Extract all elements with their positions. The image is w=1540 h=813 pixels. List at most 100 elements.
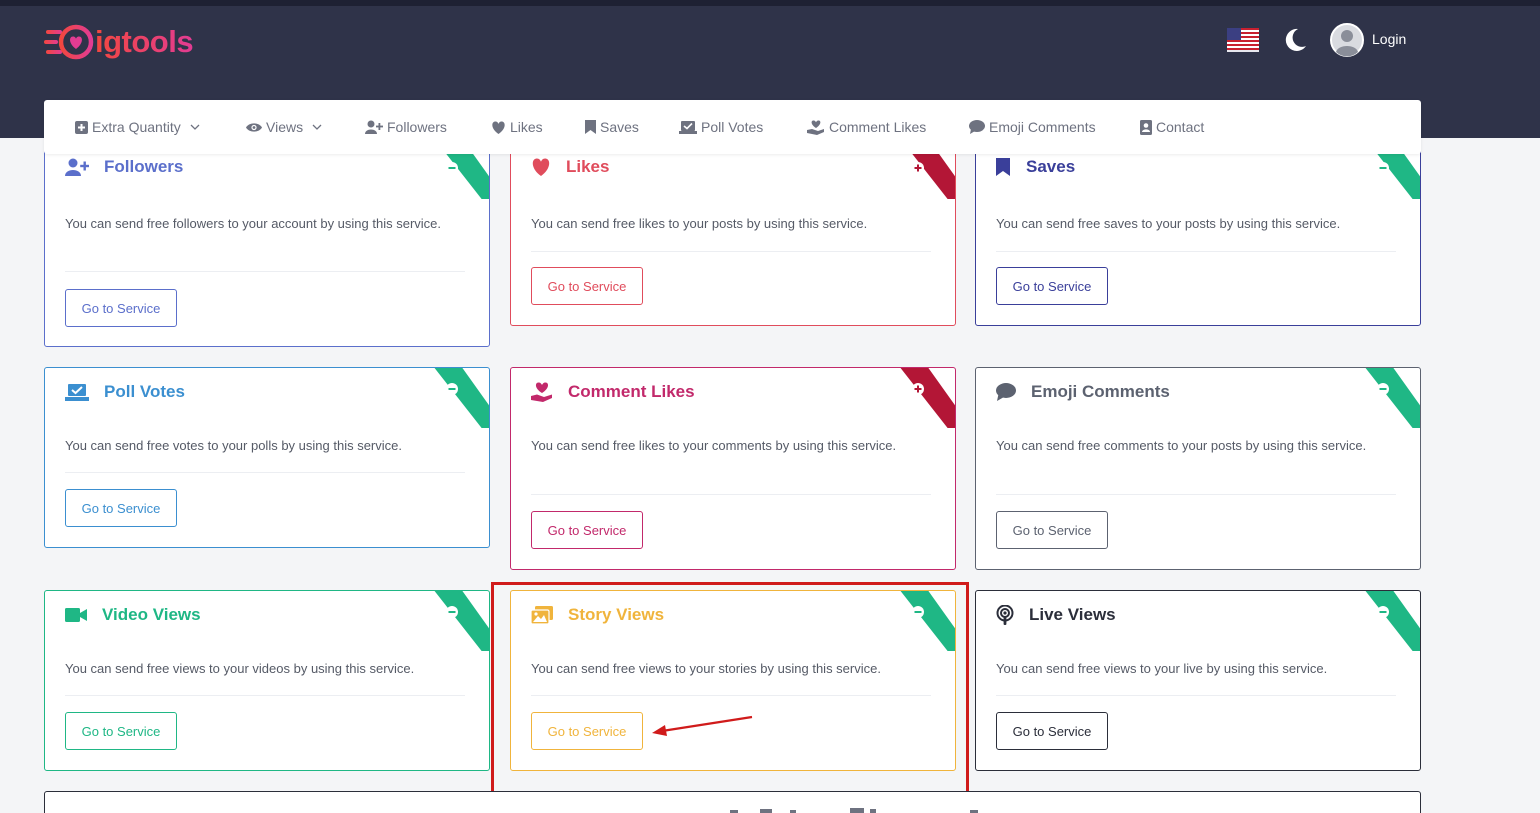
comment-icon — [969, 120, 985, 134]
card-divider — [531, 494, 931, 495]
nav-label: Saves — [600, 119, 639, 135]
service-card-comment-likes: Comment Likes You can send free likes to… — [510, 367, 956, 570]
nav-likes[interactable]: Likes — [491, 100, 543, 154]
card-title: Followers — [65, 157, 183, 177]
ribbon-minus-icon[interactable] — [419, 590, 490, 651]
card-title: Emoji Comments — [996, 382, 1170, 402]
card-divider — [531, 251, 931, 252]
card-divider — [65, 695, 465, 696]
card-divider — [65, 271, 465, 272]
card-title-text: Poll Votes — [104, 382, 185, 401]
nav-label: Followers — [387, 119, 447, 135]
go-to-service-button[interactable]: Go to Service — [996, 267, 1108, 305]
chevron-down-icon — [190, 124, 200, 130]
card-description: You can send free likes to your comments… — [531, 438, 897, 453]
card-title-text: Likes — [566, 157, 610, 176]
user-plus-icon — [365, 120, 383, 134]
card-title-text: Emoji Comments — [1031, 382, 1170, 401]
bookmark-icon — [585, 120, 596, 134]
nav-emoji-comments[interactable]: Emoji Comments — [969, 100, 1096, 154]
address-card-icon — [1140, 119, 1152, 135]
user-plus-icon — [65, 158, 89, 176]
card-title: Poll Votes — [65, 382, 185, 402]
heart-icon — [492, 120, 505, 134]
cut-off-heading — [730, 808, 978, 813]
nav-contact[interactable]: Contact — [1140, 100, 1204, 154]
top-edge — [0, 0, 1540, 6]
go-to-service-button[interactable]: Go to Service — [996, 712, 1108, 750]
nav-comment-likes[interactable]: Comment Likes — [807, 100, 926, 154]
plus-square-icon — [75, 120, 88, 134]
go-to-service-button[interactable]: Go to Service — [65, 712, 177, 750]
hand-heart-icon — [807, 119, 824, 135]
service-card-followers: Followers You can send free followers to… — [44, 138, 490, 347]
nav-label: Likes — [510, 119, 543, 135]
card-description: You can send free likes to your posts by… — [531, 216, 868, 231]
card-divider — [996, 494, 1396, 495]
card-description: You can send free views to your videos b… — [65, 661, 415, 676]
chevron-down-icon — [312, 124, 322, 130]
nav-label: Views — [266, 119, 304, 135]
card-description: You can send free saves to your posts by… — [996, 216, 1341, 231]
podcast-icon — [996, 605, 1014, 625]
bookmark-icon — [996, 158, 1010, 176]
logo-text: igtools — [95, 24, 194, 59]
go-to-service-button[interactable]: Go to Service — [531, 267, 643, 305]
card-title-text: Saves — [1026, 157, 1076, 176]
ribbon-minus-icon[interactable] — [1350, 367, 1421, 428]
poll-icon — [679, 121, 697, 134]
card-title: Video Views — [65, 605, 201, 625]
service-nav: Extra Quantity Views Followers Likes Sav… — [44, 100, 1421, 154]
card-title: Likes — [531, 157, 609, 177]
card-divider — [996, 695, 1396, 696]
service-card-emoji-comments: Emoji Comments You can send free comment… — [975, 367, 1421, 570]
service-card-poll-votes: Poll Votes You can send free votes to yo… — [44, 367, 490, 548]
card-title-text: Video Views — [102, 605, 201, 624]
service-card-saves: Saves You can send free saves to your po… — [975, 138, 1421, 326]
nav-label: Emoji Comments — [989, 119, 1096, 135]
login-link[interactable]: Login — [1372, 31, 1406, 47]
nav-poll-votes[interactable]: Poll Votes — [679, 100, 763, 154]
us-flag-icon[interactable] — [1227, 28, 1259, 52]
moon-icon[interactable] — [1282, 27, 1308, 53]
card-title-text: Followers — [104, 157, 184, 176]
service-card-video-views: Video Views You can send free views to y… — [44, 590, 490, 771]
card-divider — [65, 472, 465, 473]
service-card-live-views: Live Views You can send free views to yo… — [975, 590, 1421, 771]
go-to-service-button[interactable]: Go to Service — [65, 289, 177, 327]
eye-icon — [246, 122, 262, 132]
nav-label: Comment Likes — [829, 119, 927, 135]
logo-heart-icon — [44, 24, 94, 60]
nav-label: Extra Quantity — [92, 119, 181, 135]
card-description: You can send free followers to your acco… — [65, 216, 442, 231]
card-divider — [996, 251, 1396, 252]
highlight-box — [491, 582, 969, 794]
card-description: You can send free comments to your posts… — [996, 438, 1367, 453]
card-title-text: Comment Likes — [568, 382, 695, 401]
hand-heart-icon — [531, 382, 552, 402]
card-title-text: Live Views — [1029, 605, 1116, 624]
nav-extra-quantity[interactable]: Extra Quantity — [75, 100, 204, 154]
video-camera-icon — [65, 608, 87, 622]
comment-icon — [996, 383, 1016, 401]
nav-saves[interactable]: Saves — [585, 100, 639, 154]
card-title: Live Views — [996, 605, 1116, 625]
nav-label: Contact — [1156, 119, 1205, 135]
heart-icon — [532, 158, 550, 176]
nav-label: Poll Votes — [701, 119, 764, 135]
card-description: You can send free votes to your polls by… — [65, 438, 402, 453]
card-title: Comment Likes — [531, 382, 695, 402]
ribbon-plus-icon[interactable] — [885, 367, 956, 428]
nav-followers[interactable]: Followers — [365, 100, 447, 154]
igtools-logo[interactable]: igtools — [44, 24, 194, 60]
nav-views[interactable]: Views — [246, 100, 326, 154]
ribbon-minus-icon[interactable] — [419, 367, 490, 428]
go-to-service-button[interactable]: Go to Service — [996, 511, 1108, 549]
go-to-service-button[interactable]: Go to Service — [65, 489, 177, 527]
red-arrow-icon — [652, 715, 753, 736]
user-avatar-icon[interactable] — [1330, 23, 1364, 57]
poll-icon — [65, 384, 89, 401]
ribbon-minus-icon[interactable] — [1350, 590, 1421, 651]
card-title: Saves — [996, 157, 1075, 177]
go-to-service-button[interactable]: Go to Service — [531, 511, 643, 549]
